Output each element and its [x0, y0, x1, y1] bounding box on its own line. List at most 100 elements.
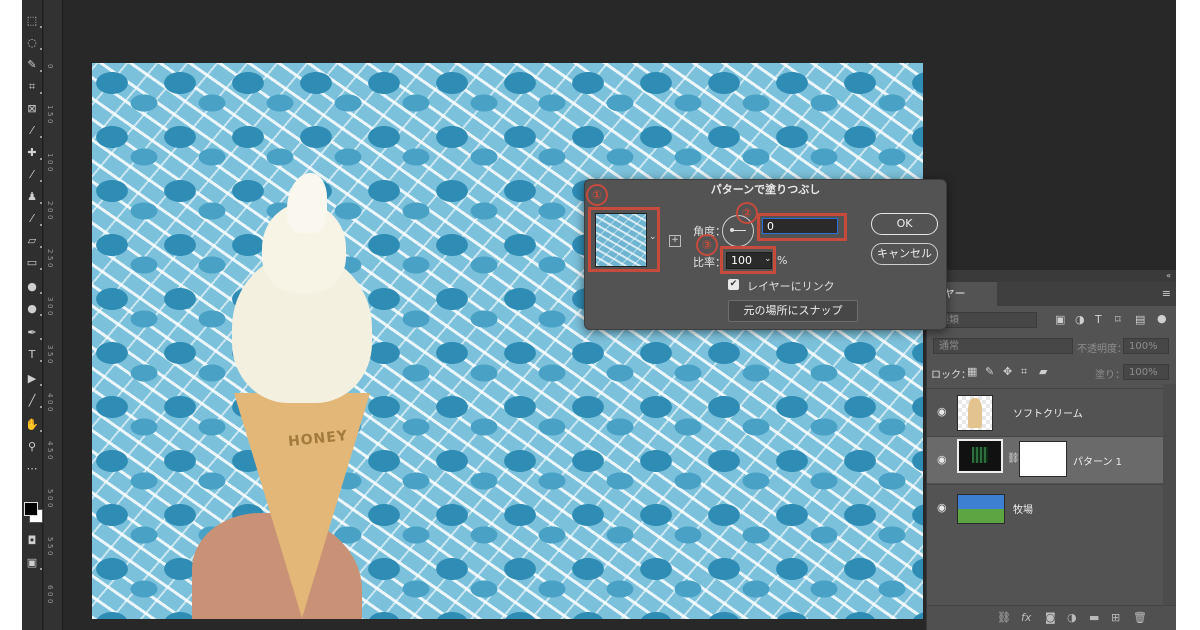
- hand-tool-icon[interactable]: ✋: [25, 418, 42, 432]
- screen-mode-icon[interactable]: ▣: [25, 556, 42, 570]
- visibility-eye-icon[interactable]: ◉: [937, 405, 947, 418]
- layer-row-selected[interactable]: ◉ ⛓ パターン 1: [927, 436, 1163, 483]
- ruler-tick: 0: [46, 407, 54, 412]
- ruler-tick: 3: [46, 297, 54, 302]
- filter-shape-icon[interactable]: ⌑: [1115, 313, 1121, 326]
- new-layer-icon[interactable]: ⊞: [1111, 611, 1120, 624]
- gradient-tool-icon[interactable]: ▭: [25, 256, 42, 270]
- lock-artboard-icon[interactable]: ⌗: [1021, 365, 1027, 379]
- mask-link-icon[interactable]: ⛓: [1007, 453, 1020, 464]
- panel-menu-icon[interactable]: ≡: [1162, 287, 1171, 300]
- ruler-tick: 4: [46, 393, 54, 398]
- fx-icon[interactable]: fx: [1021, 611, 1031, 624]
- eyedropper-tool-icon[interactable]: ⁄: [25, 124, 42, 138]
- link-layers-icon[interactable]: ⛓: [997, 611, 1011, 624]
- type-tool-icon[interactable]: T: [25, 348, 42, 362]
- pattern-fill-dialog: パターンで塗りつぶし ⌄ ① + 角度： ② 比率： ⌄ ③ % ✔ レイヤーに…: [584, 179, 947, 330]
- lock-all-icon[interactable]: ▰: [1039, 365, 1047, 378]
- ruler-tick: 1: [46, 105, 54, 110]
- lock-position-icon[interactable]: ✥: [1003, 365, 1012, 378]
- collapse-icon[interactable]: «: [1166, 270, 1171, 282]
- filter-smart-object-icon[interactable]: ▤: [1135, 313, 1145, 326]
- lock-transparency-icon[interactable]: ▦: [967, 365, 977, 378]
- quick-select-tool-icon[interactable]: ✎: [25, 58, 42, 72]
- add-mask-icon[interactable]: ◙: [1045, 611, 1056, 624]
- dodge-tool-icon[interactable]: ●: [25, 302, 42, 316]
- layers-footer: ⛓ fx ◙ ◑ ▬ ⊞ 🗑: [927, 605, 1176, 630]
- layer-row[interactable]: ◉ 牧場: [927, 484, 1163, 531]
- ruler-tick: 2: [46, 249, 54, 254]
- filter-pixel-icon[interactable]: ▣: [1055, 313, 1065, 326]
- ok-button[interactable]: OK: [871, 213, 938, 235]
- document-canvas[interactable]: HONEY: [92, 63, 923, 619]
- filter-adjustment-icon[interactable]: ◑: [1075, 313, 1085, 326]
- blur-tool-icon[interactable]: ●: [25, 280, 42, 294]
- layer-row[interactable]: ◉ ソフトクリーム: [927, 388, 1163, 435]
- fill-input[interactable]: 100%: [1123, 364, 1169, 380]
- highlight-box-2: [757, 213, 847, 241]
- link-layer-checkbox[interactable]: ✔: [728, 279, 739, 290]
- lock-pixels-icon[interactable]: ✎: [985, 365, 994, 378]
- dialog-title: パターンで塗りつぶし: [710, 183, 821, 196]
- photoshop-window: ⬚ ◌ ✎ ⌗ ⊠ ⁄ ✚ ⁄ ♟ ⁄ ▱ ▭ ● ● ✒ T ▶ ╱ ✋ ⚲ …: [22, 0, 1176, 630]
- ruler-tick: 0: [46, 551, 54, 556]
- layer-kind-select[interactable]: 種類: [933, 312, 1037, 328]
- marquee-tool-icon[interactable]: ⬚: [25, 14, 42, 28]
- panel-dock-bar: «: [927, 270, 1176, 282]
- adjustment-layer-icon[interactable]: ◑: [1067, 611, 1077, 624]
- visibility-eye-icon[interactable]: ◉: [937, 453, 947, 466]
- opacity-label: 不透明度：: [1077, 344, 1127, 355]
- ruler-tick: 0: [46, 263, 54, 268]
- ruler-tick: 2: [46, 201, 54, 206]
- link-layer-label: レイヤーにリンク: [747, 280, 835, 293]
- snap-to-origin-button[interactable]: 元の場所にスナップ: [728, 300, 858, 322]
- layer-thumbnail: [957, 395, 993, 431]
- filter-type-icon[interactable]: T: [1095, 313, 1102, 326]
- delete-layer-icon[interactable]: 🗑: [1133, 611, 1147, 624]
- pen-tool-icon[interactable]: ✒: [25, 326, 42, 340]
- more-tools-icon[interactable]: ⋯: [25, 462, 39, 476]
- ruler-tick: 5: [46, 352, 54, 357]
- quick-mask-icon[interactable]: ◘: [25, 534, 39, 548]
- ruler-tick: 0: [46, 208, 54, 213]
- cancel-button[interactable]: キャンセル: [871, 243, 938, 265]
- layers-scrollbar[interactable]: [1163, 384, 1176, 606]
- history-brush-icon[interactable]: ⁄: [25, 212, 42, 226]
- marker-3: ③: [696, 234, 718, 256]
- healing-brush-icon[interactable]: ✚: [25, 146, 42, 160]
- frame-tool-icon[interactable]: ⊠: [25, 102, 39, 116]
- lock-row: ロック： ▦ ✎ ✥ ⌗ ▰ 塗り： 100%: [927, 364, 1176, 382]
- blend-mode-select[interactable]: 通常: [933, 338, 1073, 354]
- path-select-tool-icon[interactable]: ▶: [25, 372, 42, 386]
- ruler-tick: 1: [46, 153, 54, 158]
- zoom-tool-icon[interactable]: ⚲: [25, 440, 39, 454]
- brush-tool-icon[interactable]: ⁄: [25, 168, 42, 182]
- layer-thumbnail: [957, 494, 1005, 524]
- lasso-tool-icon[interactable]: ◌: [25, 36, 42, 50]
- ruler-tick: 5: [46, 256, 54, 261]
- ruler-tick: 0: [46, 496, 54, 501]
- new-preset-icon[interactable]: +: [669, 235, 681, 247]
- ruler-tick: 0: [46, 119, 54, 124]
- filter-toggle-icon[interactable]: ●: [1157, 312, 1167, 325]
- fill-layer-thumbnail: [957, 439, 1003, 473]
- stamp-tool-icon[interactable]: ♟: [25, 190, 42, 204]
- ruler-tick: 6: [46, 585, 54, 590]
- highlight-box-3: [720, 246, 776, 274]
- opacity-input[interactable]: 100%: [1123, 338, 1169, 354]
- layers-panel: « イヤー ≡ 種類 ▣ ◑ T ⌑ ▤ ● 通常 不透明度： 100% ロック…: [926, 270, 1176, 630]
- crop-tool-icon[interactable]: ⌗: [25, 80, 42, 94]
- line-tool-icon[interactable]: ╱: [25, 394, 42, 408]
- layer-name: ソフトクリーム: [1013, 409, 1083, 420]
- opacity-value: 100%: [1129, 341, 1158, 352]
- ruler-tick: 0: [46, 359, 54, 364]
- new-group-icon[interactable]: ▬: [1089, 611, 1099, 624]
- tools-panel: ⬚ ◌ ✎ ⌗ ⊠ ⁄ ✚ ⁄ ♟ ⁄ ▱ ▭ ● ● ✒ T ▶ ╱ ✋ ⚲ …: [22, 0, 43, 630]
- foreground-color-swatch[interactable]: [24, 502, 38, 516]
- waffle-cone-image: [234, 393, 370, 618]
- eraser-tool-icon[interactable]: ▱: [25, 234, 42, 248]
- visibility-eye-icon[interactable]: ◉: [937, 501, 947, 514]
- ruler-tick: 0: [46, 160, 54, 165]
- layer-mask-thumbnail[interactable]: [1019, 441, 1067, 477]
- ruler-tick: 4: [46, 441, 54, 446]
